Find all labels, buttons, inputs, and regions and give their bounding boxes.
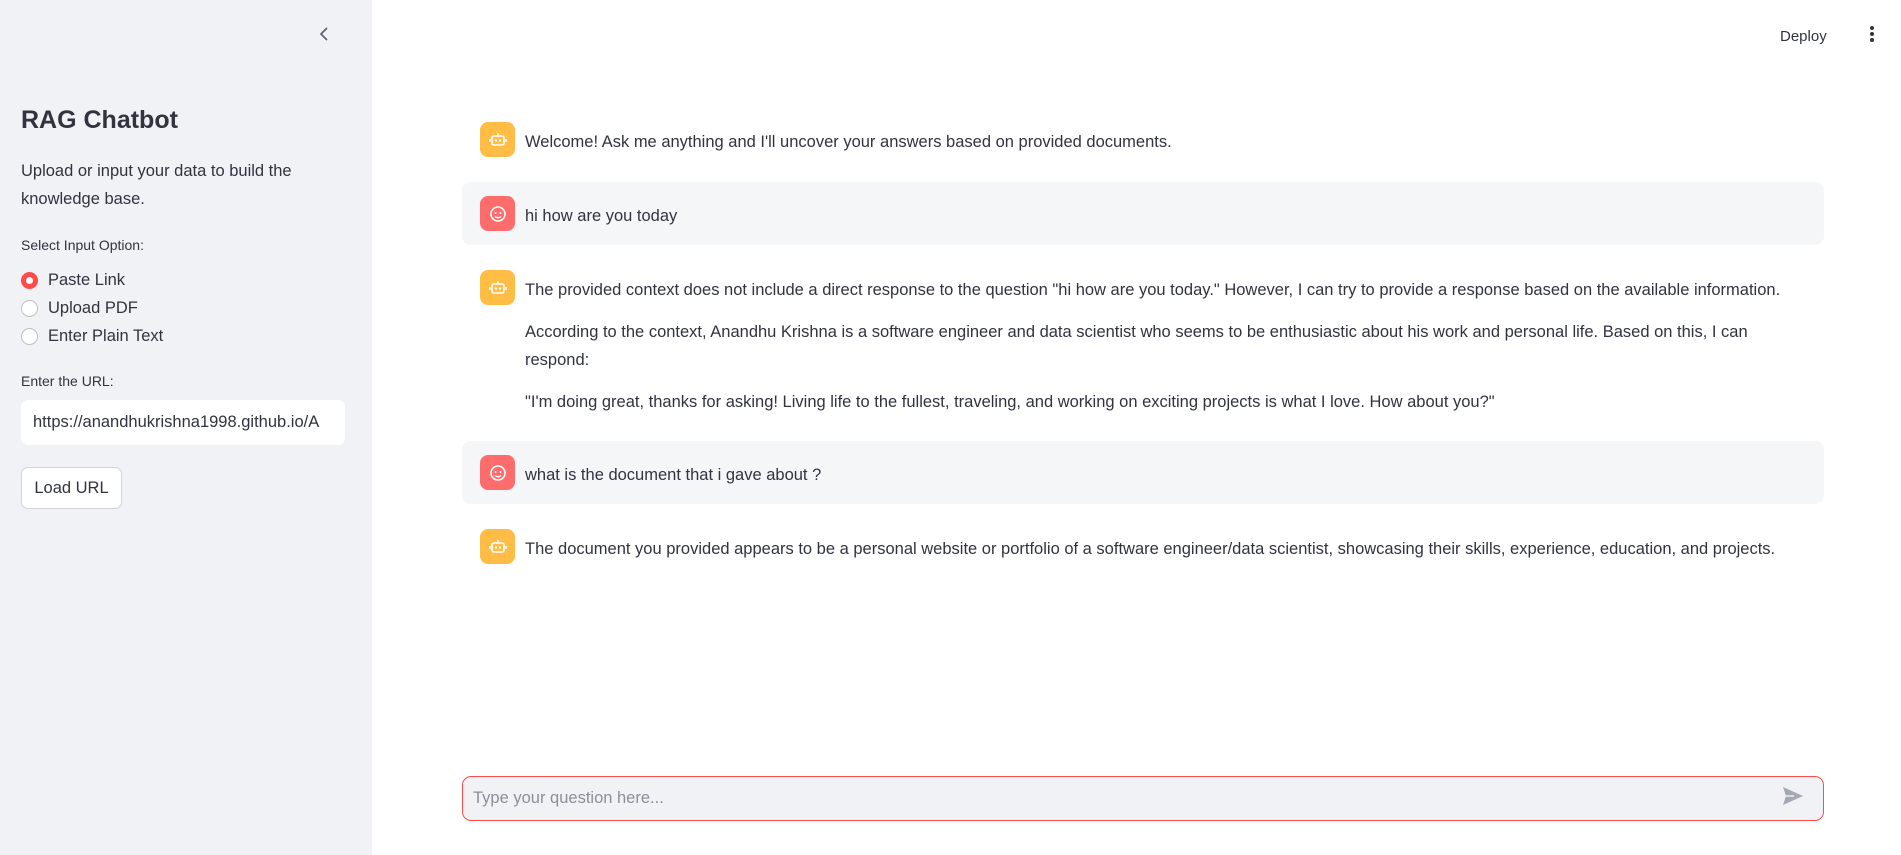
message-text: The document you provided appears to be … (525, 540, 1776, 558)
collapse-sidebar-button[interactable] (312, 24, 336, 48)
radio-option-upload-pdf[interactable]: Upload PDF (21, 294, 163, 322)
load-url-button[interactable]: Load URL (21, 467, 122, 509)
radio-button-selected[interactable] (21, 271, 38, 289)
message-content: what is the document that i gave about ? (525, 455, 1806, 489)
message-content: Welcome! Ask me anything and I'll uncove… (525, 122, 1806, 156)
send-button[interactable] (1773, 779, 1813, 819)
radio-button[interactable] (21, 327, 38, 345)
robot-icon (480, 529, 515, 564)
robot-icon (480, 270, 515, 305)
message-text: According to the context, Anandhu Krishn… (525, 323, 1748, 369)
chat-messages: Welcome! Ask me anything and I'll uncove… (462, 113, 1824, 589)
url-input[interactable] (21, 400, 345, 445)
app-root: RAG Chatbot Upload or input your data to… (0, 0, 1901, 855)
message-text: Welcome! Ask me anything and I'll uncove… (525, 133, 1172, 151)
send-icon (1782, 786, 1804, 811)
input-option-radio-group: Paste Link Upload PDF Enter Plain Text (21, 266, 163, 350)
chat-message-assistant: Welcome! Ask me anything and I'll uncove… (462, 113, 1824, 166)
chat-message-user: hi how are you today (462, 182, 1824, 245)
robot-icon (480, 122, 515, 157)
sidebar: RAG Chatbot Upload or input your data to… (0, 0, 372, 855)
radio-option-plain-text[interactable]: Enter Plain Text (21, 322, 163, 350)
smiley-face-icon (480, 455, 515, 490)
chat-message-assistant: The provided context does not include a … (462, 261, 1824, 425)
chevron-left-icon (315, 25, 333, 48)
sidebar-title: RAG Chatbot (21, 106, 178, 134)
chat-message-user: what is the document that i gave about ? (462, 441, 1824, 504)
radio-option-label: Upload PDF (48, 298, 138, 317)
chat-input[interactable] (463, 777, 1773, 820)
message-text: hi how are you today (525, 207, 678, 225)
radio-option-label: Enter Plain Text (48, 326, 164, 345)
deploy-button[interactable]: Deploy (1780, 24, 1827, 48)
radio-button[interactable] (21, 299, 38, 317)
url-label: Enter the URL: (21, 373, 114, 389)
radio-option-paste-link[interactable]: Paste Link (21, 266, 163, 294)
main-menu-button[interactable] (1862, 24, 1882, 48)
input-option-label: Select Input Option: (21, 237, 144, 253)
chat-input-container (462, 776, 1824, 821)
message-content: The document you provided appears to be … (525, 529, 1806, 563)
message-content: hi how are you today (525, 196, 1806, 230)
chat-message-assistant: The document you provided appears to be … (462, 520, 1824, 573)
sidebar-description: Upload or input your data to build the k… (21, 162, 292, 208)
more-vertical-icon (1869, 25, 1875, 48)
smiley-face-icon (480, 196, 515, 231)
message-text: "I'm doing great, thanks for asking! Liv… (525, 393, 1495, 411)
message-text: what is the document that i gave about ? (525, 466, 822, 484)
message-content: The provided context does not include a … (525, 270, 1806, 416)
radio-option-label: Paste Link (48, 270, 126, 289)
message-text: The provided context does not include a … (525, 281, 1781, 299)
